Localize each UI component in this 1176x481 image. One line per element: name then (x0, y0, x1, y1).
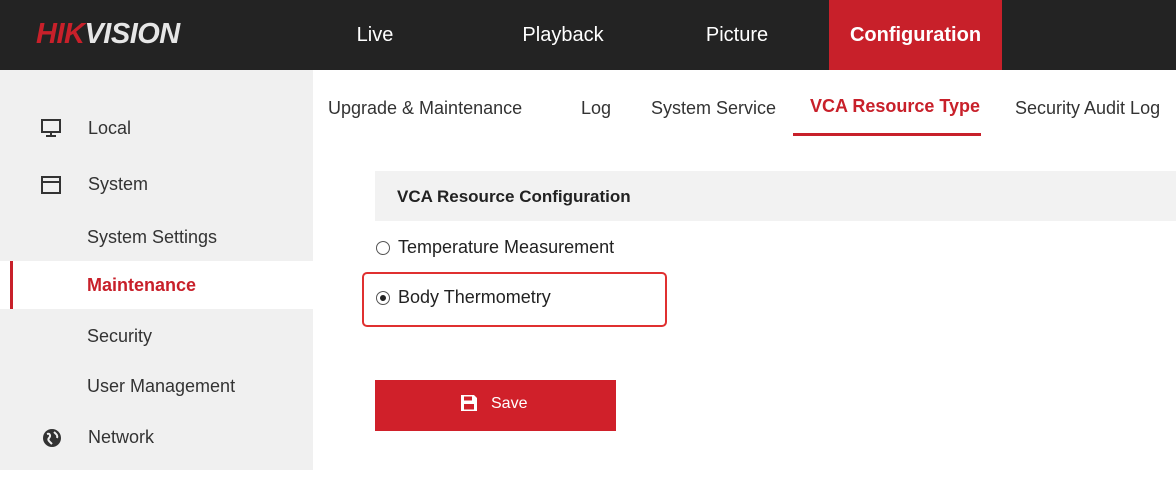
save-button-label: Save (491, 395, 528, 412)
sidebar-item-network[interactable]: Network (0, 413, 313, 461)
nav-configuration[interactable]: Configuration (829, 0, 1002, 70)
sidebar-item-label: System Settings (87, 227, 218, 247)
sidebar-item-label: Security (87, 326, 153, 346)
sidebar-item-label: User Management (87, 376, 236, 396)
tab-system-service[interactable]: System Service (651, 98, 776, 119)
active-tab-indicator (793, 133, 981, 136)
annotation-highlight-box (362, 272, 667, 327)
sidebar-item-label: Network (88, 427, 155, 447)
radio-button[interactable] (376, 241, 390, 255)
sidebar-item-local[interactable]: Local (0, 104, 313, 152)
sidebar-item-label: Local (88, 118, 132, 138)
option-label: Temperature Measurement (398, 237, 615, 257)
sidebar: Local System System Settings Maintenance… (0, 70, 313, 470)
save-button[interactable]: Save (375, 380, 616, 431)
tab-log[interactable]: Log (581, 98, 611, 119)
window-icon (41, 176, 61, 194)
nav-picture[interactable]: Picture (692, 0, 782, 70)
sidebar-item-label: Maintenance (87, 275, 197, 295)
tab-security-audit-log[interactable]: Security Audit Log (1015, 98, 1160, 119)
tab-vca-resource-type[interactable]: VCA Resource Type (810, 96, 980, 117)
nav-live-view[interactable]: Live View (335, 0, 415, 116)
hikvision-logo: HIKVISION (36, 18, 180, 50)
globe-icon (43, 429, 61, 447)
tab-upgrade-maintenance[interactable]: Upgrade & Maintenance (328, 98, 522, 119)
sidebar-item-security[interactable]: Security (0, 312, 313, 360)
sidebar-item-label: System (88, 174, 149, 194)
top-navigation-bar: HIKVISION Live View Playback Picture Con… (0, 0, 1176, 116)
section-header: VCA Resource Configuration (375, 171, 1176, 221)
nav-playback[interactable]: Playback (508, 0, 618, 70)
floppy-disk-icon (461, 395, 477, 411)
monitor-icon (41, 119, 61, 137)
sidebar-item-system-settings[interactable]: System Settings (0, 213, 313, 261)
sidebar-item-maintenance[interactable]: Maintenance (0, 261, 313, 309)
sidebar-item-user-management[interactable]: User Management (0, 362, 313, 410)
section-title: VCA Resource Configuration (397, 187, 631, 206)
sidebar-item-system[interactable]: System (0, 161, 313, 209)
